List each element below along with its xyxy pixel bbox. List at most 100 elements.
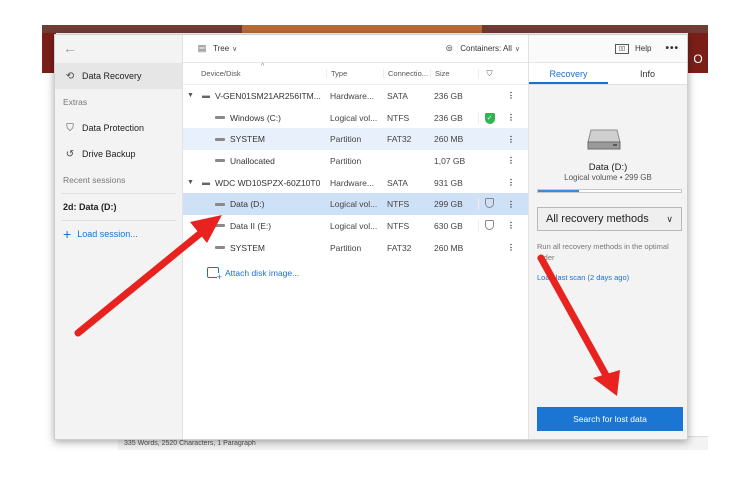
load-session-link[interactable]: + Load session... xyxy=(55,221,182,247)
volume-icon xyxy=(215,224,225,228)
volume-icon xyxy=(215,246,225,250)
device-size: 630 GB xyxy=(434,220,463,231)
shield-icon: ⛉ xyxy=(66,122,74,134)
sidebar-item-label: Data Protection xyxy=(82,123,145,133)
device-size: 236 GB xyxy=(434,112,463,123)
device-name: SYSTEM xyxy=(230,242,265,253)
volume-icon xyxy=(215,159,225,163)
device-type: Logical vol... xyxy=(330,112,378,123)
more-options-icon[interactable]: ⋮ xyxy=(500,90,522,101)
collapse-triangle-icon[interactable]: ▼ xyxy=(187,92,199,99)
column-header-device[interactable]: Device/Disk xyxy=(183,69,326,78)
screenshot-stage: O 335 Words, 2520 Characters, 1 Paragrap… xyxy=(0,0,750,500)
recovery-method-dropdown[interactable]: All recovery methods ∨ xyxy=(537,207,682,231)
more-options-icon[interactable]: ⋮ xyxy=(500,112,522,123)
chevron-down-icon: ∨ xyxy=(232,45,238,53)
device-type: Hardware... xyxy=(330,177,374,188)
table-row[interactable]: ▼ ▬ WDC WD10SPZX-60Z10T0 Hardware... SATA … xyxy=(183,172,528,194)
volume-icon xyxy=(215,202,225,206)
table-row[interactable]: SYSTEM Partition FAT32 260 MB ⋮ xyxy=(183,237,528,259)
tree-view-icon: ▤ xyxy=(197,42,207,53)
device-connection: FAT32 xyxy=(387,242,412,253)
hard-drive-icon: ▬ xyxy=(202,91,210,101)
sidebar-item-data-protection[interactable]: ⛉ Data Protection xyxy=(55,115,182,141)
device-connection: NTFS xyxy=(387,112,410,123)
more-options-icon[interactable]: ⋮ xyxy=(500,242,522,253)
hard-drive-icon: ▬ xyxy=(202,178,210,188)
device-name: WDC WD10SPZX-60Z10T0 xyxy=(215,177,321,188)
column-header-connection[interactable]: Connectio... xyxy=(383,69,430,78)
sidebar: ← ⟲ Data Recovery Extras ⛉ Data Protecti… xyxy=(55,35,183,439)
sidebar-item-drive-backup[interactable]: ↺ Drive Backup xyxy=(55,141,182,167)
chevron-down-icon: ∨ xyxy=(666,213,673,224)
device-type: Partition xyxy=(330,242,362,253)
device-type: Logical vol... xyxy=(330,220,378,231)
device-name: Data (D:) xyxy=(230,199,265,210)
help-button[interactable]: Help xyxy=(635,44,651,53)
more-options-icon[interactable]: ⋮ xyxy=(500,177,522,188)
shield-outline-icon[interactable] xyxy=(485,198,494,209)
search-for-lost-data-button[interactable]: Search for lost data xyxy=(537,407,683,431)
drive-usage-bar xyxy=(537,189,682,193)
table-row[interactable]: ▼ ▬ V-GEN01SM21AR256ITM... Hardware... SAT… xyxy=(183,85,528,107)
attach-disk-image-link[interactable]: Attach disk image... xyxy=(183,261,528,285)
backup-icon: ↺ xyxy=(65,148,75,160)
recent-session-item[interactable]: 2d: Data (D:) xyxy=(55,194,182,220)
table-row-selected[interactable]: Data (D:) Logical vol... NTFS 299 GB ⋮ xyxy=(183,193,528,216)
help-book-icon: ▯▯ xyxy=(615,43,630,54)
sidebar-item-data-recovery[interactable]: ⟲ Data Recovery xyxy=(55,63,182,89)
top-right-bar: ▯▯ Help ••• xyxy=(529,35,687,63)
view-mode-label: Tree xyxy=(213,44,230,53)
device-connection: SATA xyxy=(387,177,408,188)
column-header-type[interactable]: Type xyxy=(326,69,383,78)
device-name: V-GEN01SM21AR256ITM... xyxy=(215,90,321,101)
load-last-scan-link[interactable]: Load last scan (2 days ago) xyxy=(537,273,629,282)
column-header-protection[interactable]: ⛉ xyxy=(478,68,500,79)
table-row[interactable]: Data II (E:) Logical vol... NTFS 630 GB … xyxy=(183,215,528,237)
more-options-icon[interactable]: ⋮ xyxy=(500,220,522,231)
tab-info[interactable]: Info xyxy=(608,63,687,84)
more-menu-icon[interactable]: ••• xyxy=(665,43,679,54)
chevron-down-icon: ∨ xyxy=(514,45,520,53)
device-connection: FAT32 xyxy=(387,134,412,145)
sidebar-item-label: Drive Backup xyxy=(82,149,136,159)
extras-heading: Extras xyxy=(63,97,88,107)
column-header-size[interactable]: Size xyxy=(430,69,478,78)
table-header: ^ Device/Disk Type Connectio... Size ⛉ xyxy=(183,63,528,85)
table-row[interactable]: Windows (C:) Logical vol... NTFS 236 GB … xyxy=(183,107,528,129)
more-options-icon[interactable]: ⋮ xyxy=(500,199,522,210)
tab-recovery[interactable]: Recovery xyxy=(529,63,608,84)
plus-icon: + xyxy=(63,226,72,242)
back-arrow-icon[interactable]: ← xyxy=(55,35,182,63)
containers-filter-dropdown[interactable]: ⊜ Containers: All ∨ xyxy=(442,42,521,55)
protected-shield-icon[interactable]: ✓ xyxy=(484,112,495,124)
device-size: 236 GB xyxy=(434,90,463,101)
device-type: Partition xyxy=(330,155,362,166)
drive-usage-fill xyxy=(538,190,580,192)
shield-icon: ⛉ xyxy=(486,68,493,78)
shield-outline-icon[interactable] xyxy=(485,219,494,230)
filter-icon: ⊜ xyxy=(445,42,454,53)
disk-image-add-icon xyxy=(207,267,222,282)
background-app-titlebar xyxy=(42,25,708,33)
device-size: 299 GB xyxy=(434,199,463,210)
more-options-icon[interactable]: ⋮ xyxy=(500,134,522,145)
volume-icon xyxy=(215,137,225,141)
panel-tabs: Recovery Info xyxy=(529,63,687,85)
device-size: 1,07 GB xyxy=(434,155,466,166)
device-name: Unallocated xyxy=(230,155,275,166)
selected-drive-info: Logical volume • 299 GB xyxy=(564,173,652,182)
collapse-triangle-icon[interactable]: ▼ xyxy=(187,179,199,186)
view-mode-dropdown[interactable]: ▤ Tree ∨ xyxy=(195,42,238,55)
more-options-icon[interactable]: ⋮ xyxy=(500,155,522,166)
toolbar: ▤ Tree ∨ ⊜ Containers: All ∨ xyxy=(183,35,528,63)
device-connection: NTFS xyxy=(387,220,410,231)
table-row[interactable]: Unallocated Partition 1,07 GB ⋮ xyxy=(183,150,528,172)
protection-cell xyxy=(478,198,500,211)
device-size: 260 MB xyxy=(434,134,464,145)
table-row[interactable]: SYSTEM Partition FAT32 260 MB ⋮ xyxy=(183,128,528,151)
disk-drill-window: ← ⟲ Data Recovery Extras ⛉ Data Protecti… xyxy=(54,34,688,440)
selected-drive-name: Data (D:) xyxy=(588,162,628,173)
recovery-method-label: All recovery methods xyxy=(546,213,649,225)
device-size: 260 MB xyxy=(434,242,464,253)
